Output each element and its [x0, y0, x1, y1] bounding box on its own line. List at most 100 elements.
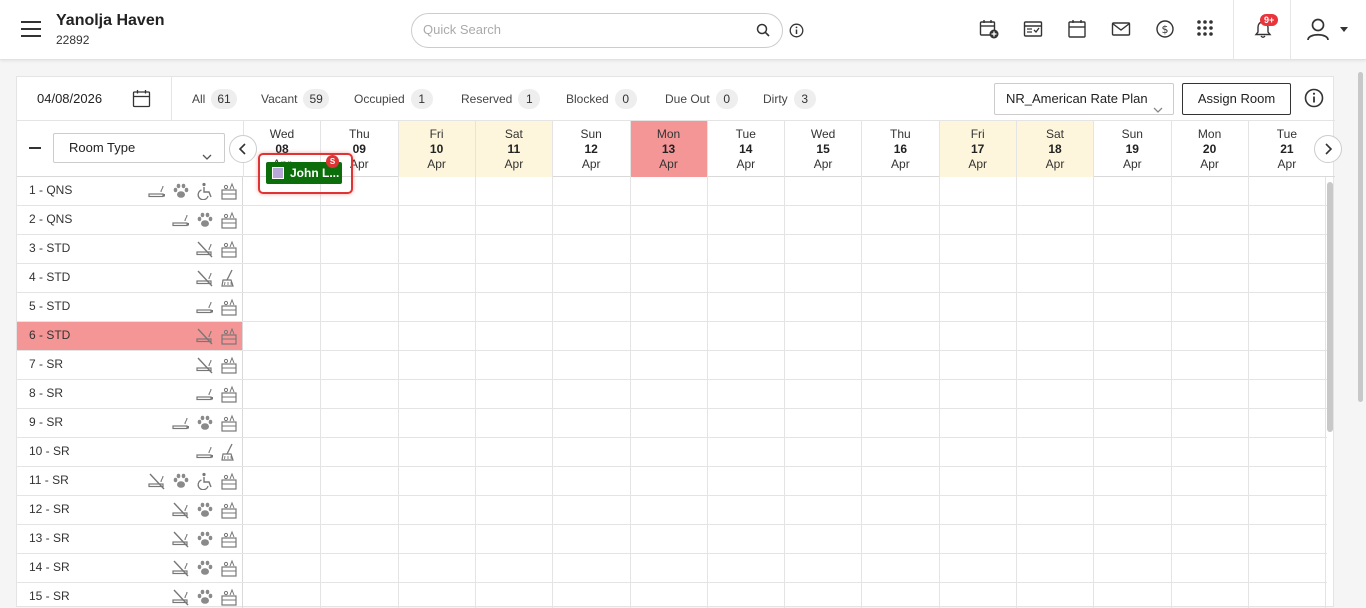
svg-text:$: $: [1162, 23, 1169, 36]
room-cell[interactable]: 1 - QNS: [17, 177, 243, 205]
grid-cell-divider: [1093, 351, 1094, 379]
grid-cell-divider: [475, 322, 476, 350]
grid-cell-divider: [707, 525, 708, 553]
room-attributes: [172, 211, 238, 229]
apps-grid-icon[interactable]: [1196, 19, 1214, 42]
rate-plan-value: NR_American Rate Plan: [1006, 91, 1148, 106]
search-icon[interactable]: [756, 23, 770, 42]
grid-cell-divider: [1325, 496, 1326, 524]
grid-cell-divider: [630, 496, 631, 524]
grid-cell-divider: [784, 409, 785, 437]
clean-status-icon: [220, 240, 238, 258]
grid-cell-divider: [320, 264, 321, 292]
grid-cell-divider: [1171, 293, 1172, 321]
month: Apr: [1249, 157, 1325, 172]
search-input[interactable]: [423, 22, 743, 37]
pet-icon: [196, 588, 214, 606]
grid-cell-divider: [707, 496, 708, 524]
grid-cell-divider: [552, 409, 553, 437]
next-dates-button[interactable]: [1314, 135, 1342, 163]
filter-blocked[interactable]: Blocked0: [566, 89, 637, 109]
date-picker-icon[interactable]: [132, 89, 151, 113]
grid-cell-divider: [398, 583, 399, 608]
collapse-icon[interactable]: [29, 147, 41, 149]
rate-plan-select[interactable]: NR_American Rate Plan: [994, 83, 1174, 115]
prev-dates-button[interactable]: [229, 135, 257, 163]
grid-cell-divider: [398, 380, 399, 408]
guest-name: John L...: [290, 166, 339, 180]
date-column-header: Fri10Apr: [398, 121, 475, 177]
room-cell[interactable]: 2 - QNS: [17, 206, 243, 234]
reservation-status-badge: S: [326, 155, 339, 168]
smoking-icon: [196, 385, 214, 403]
room-cell[interactable]: 6 - STD: [17, 322, 243, 350]
filter-vacant[interactable]: Vacant59: [261, 89, 329, 109]
user-menu-caret-icon[interactable]: [1340, 27, 1348, 32]
grid-cell-divider: [1248, 264, 1249, 292]
payment-icon[interactable]: $: [1155, 19, 1175, 44]
grid-cell-divider: [1248, 293, 1249, 321]
grid-cell-divider: [1093, 264, 1094, 292]
page-scrollbar[interactable]: [1358, 72, 1363, 402]
room-cell[interactable]: 7 - SR: [17, 351, 243, 379]
grid-cell-divider: [475, 177, 476, 205]
day-number: 13: [631, 142, 707, 157]
user-avatar-icon[interactable]: [1306, 17, 1330, 46]
room-cell[interactable]: 14 - SR: [17, 554, 243, 582]
day-of-week: Sat: [1017, 127, 1093, 142]
filter-reserved[interactable]: Reserved1: [461, 89, 540, 109]
info-icon[interactable]: [1304, 88, 1324, 113]
grid-cell-divider: [784, 177, 785, 205]
room-cell[interactable]: 11 - SR: [17, 467, 243, 495]
calendar-icon[interactable]: [1067, 19, 1087, 44]
grid-cell-divider: [784, 235, 785, 263]
info-icon[interactable]: [789, 23, 804, 43]
filter-all[interactable]: All61: [192, 89, 237, 109]
filter-occupied[interactable]: Occupied1: [354, 89, 433, 109]
grid-cell-divider: [475, 554, 476, 582]
grid-cell-divider: [552, 177, 553, 205]
grid-cell-divider: [1093, 467, 1094, 495]
room-cell[interactable]: 13 - SR: [17, 525, 243, 553]
grid-cell-divider: [707, 235, 708, 263]
room-cell[interactable]: 8 - SR: [17, 380, 243, 408]
grid-cell-divider: [630, 351, 631, 379]
grid-cell-divider: [784, 583, 785, 608]
grid-cell-divider: [861, 467, 862, 495]
grid-cell-divider: [861, 351, 862, 379]
checklist-icon[interactable]: [1023, 19, 1043, 44]
room-name: 6 - STD: [29, 328, 70, 342]
room-cell[interactable]: 4 - STD: [17, 264, 243, 292]
grid-cell-divider: [1325, 583, 1326, 608]
room-type-select[interactable]: Room Type: [53, 133, 225, 163]
room-name: 15 - SR: [29, 589, 70, 603]
room-attributes: [196, 356, 238, 374]
filter-dirty[interactable]: Dirty3: [763, 89, 816, 109]
room-cell[interactable]: 15 - SR: [17, 583, 243, 608]
room-cell[interactable]: 10 - SR: [17, 438, 243, 466]
menu-icon[interactable]: [21, 21, 41, 37]
grid-scrollbar[interactable]: [1327, 182, 1333, 432]
grid-cell-divider: [939, 438, 940, 466]
quick-search[interactable]: [411, 13, 783, 48]
room-cell[interactable]: 3 - STD: [17, 235, 243, 263]
month: Apr: [785, 157, 861, 172]
day-number: 20: [1172, 142, 1248, 157]
assign-room-button[interactable]: Assign Room: [1182, 83, 1291, 115]
grid-cell-divider: [1016, 554, 1017, 582]
selected-date[interactable]: 04/08/2026: [37, 91, 102, 106]
grid-cell-divider: [552, 380, 553, 408]
pet-icon: [196, 559, 214, 577]
room-cell[interactable]: 9 - SR: [17, 409, 243, 437]
clean-status-icon: [220, 327, 238, 345]
filter-due-out[interactable]: Due Out0: [665, 89, 738, 109]
room-cell[interactable]: 5 - STD: [17, 293, 243, 321]
grid-cell-divider: [1016, 583, 1017, 608]
new-reservation-icon[interactable]: [979, 19, 999, 44]
grid-cell-divider: [630, 409, 631, 437]
day-number: 18: [1017, 142, 1093, 157]
room-name: 3 - STD: [29, 241, 70, 255]
grid-cell-divider: [475, 293, 476, 321]
mail-icon[interactable]: [1111, 19, 1131, 44]
room-cell[interactable]: 12 - SR: [17, 496, 243, 524]
